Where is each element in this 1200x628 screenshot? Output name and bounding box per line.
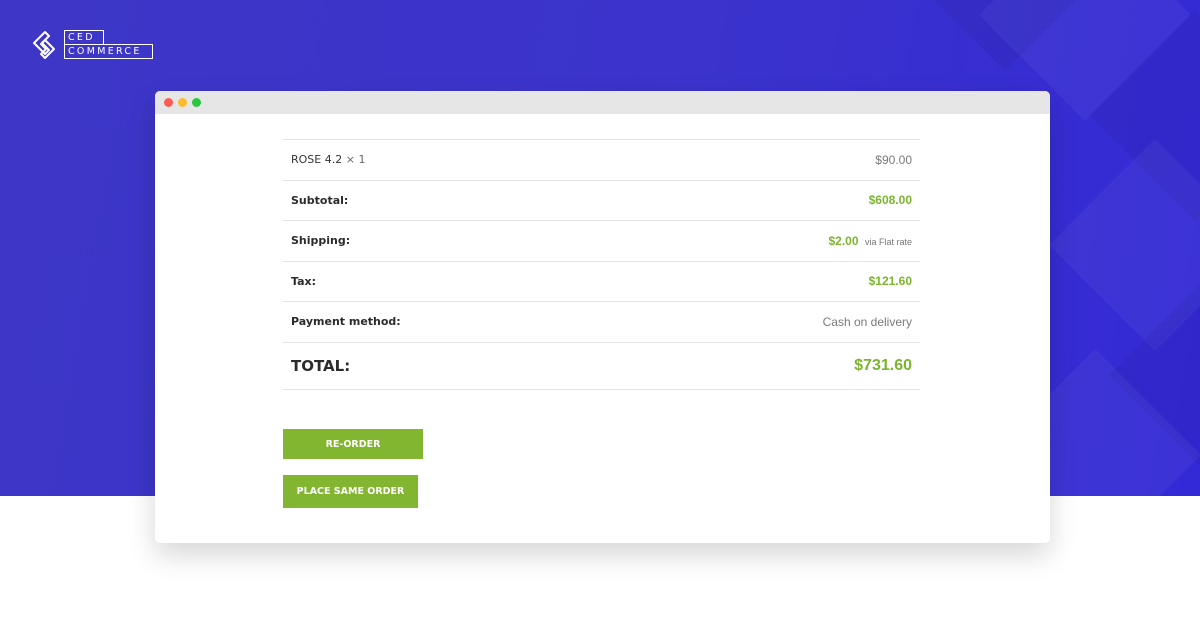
window-titlebar bbox=[155, 91, 1050, 114]
subtotal-label: Subtotal: bbox=[291, 193, 349, 207]
subtotal-row: Subtotal: $608.00 bbox=[283, 181, 920, 221]
total-row: TOTAL: $731.60 bbox=[283, 343, 920, 390]
tax-label: Tax: bbox=[291, 274, 317, 288]
minimize-window-button[interactable] bbox=[178, 98, 187, 107]
order-item-row: ROSE 4.2 × 1 $90.00 bbox=[283, 140, 920, 181]
item-name-cell: ROSE 4.2 × 1 bbox=[291, 153, 365, 166]
browser-window: ROSE 4.2 × 1 $90.00 Subtotal: $608.00 Sh… bbox=[155, 91, 1050, 543]
payment-method-row: Payment method: Cash on delivery bbox=[283, 302, 920, 343]
close-window-button[interactable] bbox=[164, 98, 173, 107]
maximize-window-button[interactable] bbox=[192, 98, 201, 107]
cedcommerce-logo-icon bbox=[33, 31, 55, 59]
subtotal-value: $608.00 bbox=[868, 193, 912, 208]
shipping-method: via Flat rate bbox=[864, 236, 912, 247]
item-name[interactable]: ROSE 4.2 bbox=[291, 153, 342, 166]
item-quantity: × 1 bbox=[345, 153, 366, 167]
logo-wordmark: CED COMMERCE bbox=[64, 30, 153, 59]
shipping-row: Shipping: $2.00 via Flat rate bbox=[283, 221, 920, 262]
tax-row: Tax: $121.60 bbox=[283, 262, 920, 302]
shipping-value-cell: $2.00 via Flat rate bbox=[828, 232, 912, 250]
shipping-label: Shipping: bbox=[291, 234, 351, 248]
order-summary-table: ROSE 4.2 × 1 $90.00 Subtotal: $608.00 Sh… bbox=[283, 139, 920, 390]
total-label: TOTAL: bbox=[291, 356, 351, 375]
tax-value: $121.60 bbox=[868, 274, 912, 289]
item-price: $90.00 bbox=[875, 152, 912, 167]
total-value: $731.60 bbox=[854, 356, 912, 374]
payment-method-value: Cash on delivery bbox=[822, 314, 912, 329]
shipping-value: $2.00 bbox=[828, 233, 859, 248]
place-same-order-button[interactable]: PLACE SAME ORDER bbox=[283, 475, 418, 508]
logo-text-commerce: COMMERCE bbox=[64, 44, 153, 59]
payment-method-label: Payment method: bbox=[291, 315, 401, 329]
logo-text-ced: CED bbox=[64, 30, 104, 45]
cedcommerce-logo[interactable]: CED COMMERCE bbox=[30, 30, 154, 64]
reorder-button[interactable]: RE-ORDER bbox=[283, 429, 423, 459]
